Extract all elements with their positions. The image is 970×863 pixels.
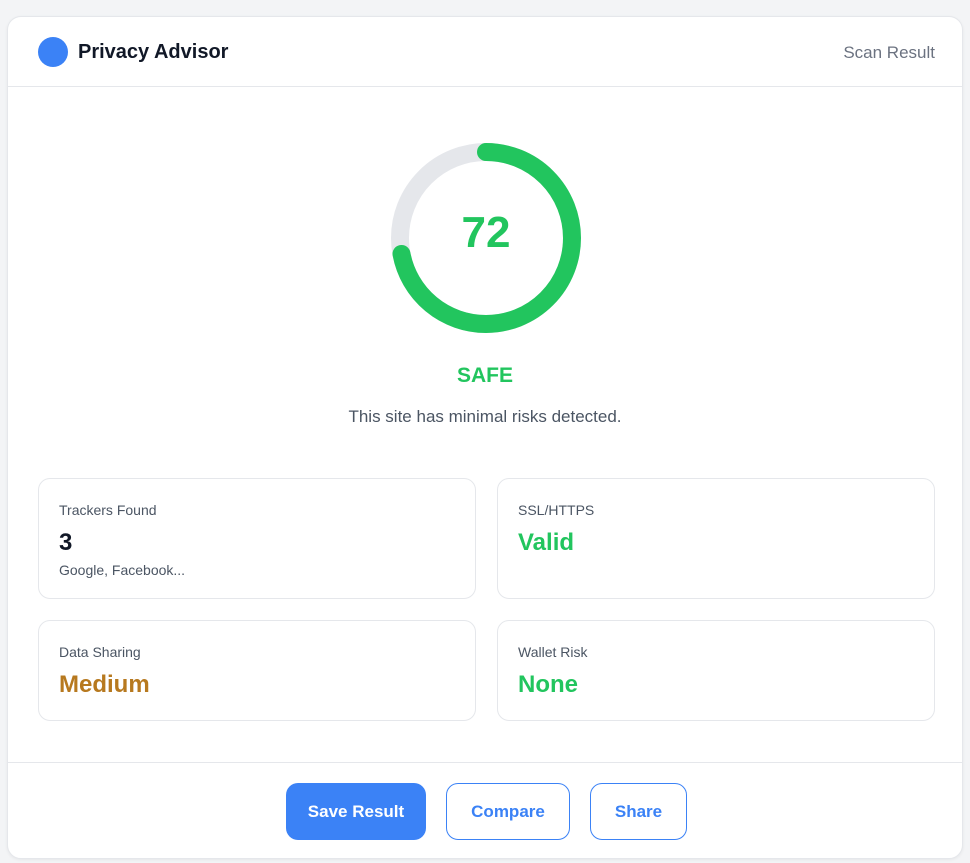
stat-value: Medium [59, 671, 150, 698]
compare-button[interactable]: Compare [446, 783, 570, 840]
action-footer: Save Result Compare Share [8, 762, 962, 858]
stat-title: Trackers Found [59, 502, 157, 518]
share-button[interactable]: Share [590, 783, 687, 840]
status-description: This site has minimal risks detected. [348, 407, 622, 426]
logo-icon [38, 37, 68, 67]
stat-card-data-sharing: Data Sharing Medium [38, 620, 476, 721]
scan-result-card: Privacy Advisor Scan Result 72 SAFE This… [7, 16, 963, 859]
stat-card-ssl: SSL/HTTPS Valid [497, 478, 935, 599]
stat-value: 3 [59, 529, 73, 556]
status-label: SAFE [456, 364, 513, 387]
stat-subtext: Google, Facebook... [59, 562, 186, 578]
stat-title: SSL/HTTPS [518, 502, 595, 518]
save-result-button[interactable]: Save Result [286, 783, 426, 840]
stat-title: Wallet Risk [518, 644, 588, 660]
stat-value: None [518, 671, 578, 698]
score-value: 72 [461, 208, 511, 257]
page-subtitle: Scan Result [843, 43, 935, 62]
stat-card-trackers: Trackers Found 3 Google, Facebook... [38, 478, 476, 599]
stat-title: Data Sharing [59, 644, 141, 660]
stat-value: Valid [518, 529, 575, 556]
header: Privacy Advisor Scan Result [8, 17, 962, 87]
stat-card-wallet-risk: Wallet Risk None [497, 620, 935, 721]
app-title: Privacy Advisor [78, 41, 229, 63]
